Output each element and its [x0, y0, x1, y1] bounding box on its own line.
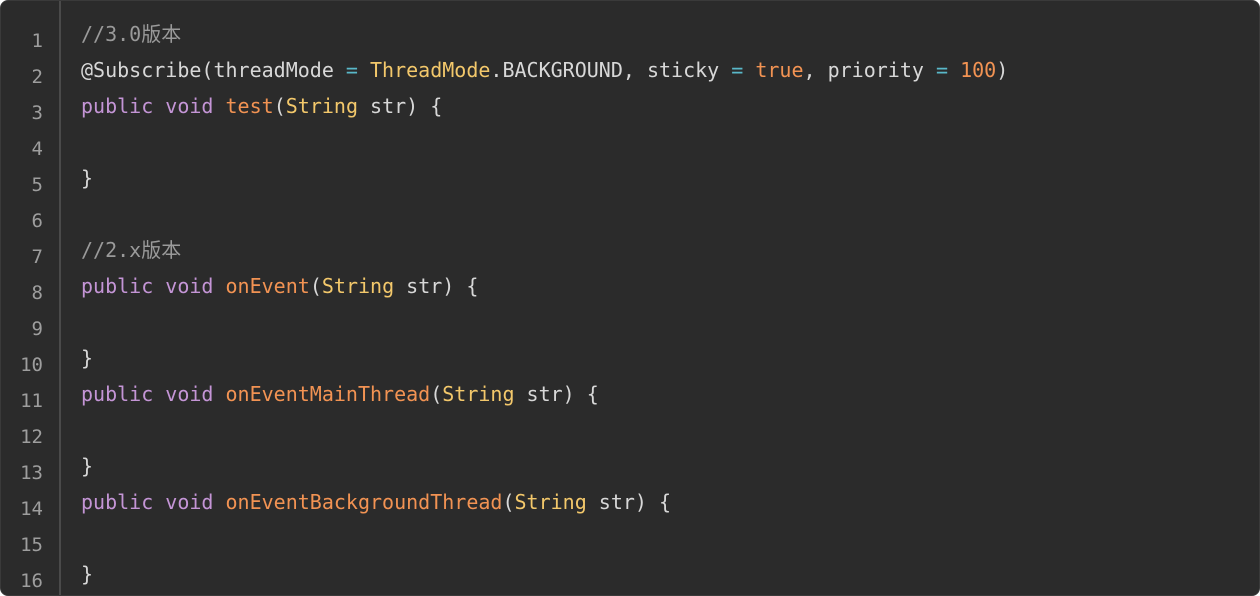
line-number: 11	[20, 390, 43, 412]
code-token: str) {	[586, 490, 672, 514]
code-token: .BACKGROUND, sticky	[490, 58, 732, 82]
code-line: //3.0版本	[81, 21, 181, 47]
code-token: }	[81, 454, 94, 478]
line-number: 6	[31, 210, 43, 232]
line-number: 4	[31, 138, 43, 160]
code-block: 1 2 3 4 5 6 7 8 9 10 11 12 13 14 15 16 //3.0版本 @Subscrib…	[0, 0, 1260, 596]
code-token: //3.0版本	[81, 22, 182, 46]
line-number: 8	[31, 282, 43, 304]
code-token: String	[285, 94, 358, 118]
code-token: String	[514, 490, 587, 514]
code-token: =	[731, 58, 744, 82]
code-token: )	[996, 58, 1009, 82]
line-number: 12	[20, 426, 43, 448]
line-number: 14	[20, 498, 43, 520]
code-token: onEvent	[225, 274, 310, 298]
line-number: 5	[31, 174, 43, 196]
code-token: 100	[960, 58, 997, 82]
code-token: test	[225, 94, 274, 118]
code-token: void	[165, 94, 214, 118]
code-token: public	[81, 382, 154, 406]
line-number: 7	[31, 246, 43, 268]
code-line: //2.x版本	[81, 237, 181, 263]
code-line: @Subscribe(threadMode = ThreadMode.BACKG…	[81, 57, 1008, 83]
code-line: public void onEventBackgroundThread(Stri…	[81, 489, 671, 515]
code-token: , priority	[803, 58, 936, 82]
code-token: void	[165, 382, 214, 406]
code-line: public void onEventMainThread(String str…	[81, 381, 599, 407]
line-number: 10	[20, 354, 43, 376]
code-token: true	[755, 58, 804, 82]
code-line: public void test(String str) {	[81, 93, 442, 119]
line-number: 9	[31, 318, 43, 340]
code-token: @Subscribe(threadMode	[81, 58, 346, 82]
code-token: (	[309, 274, 322, 298]
code-token: onEventBackgroundThread	[225, 490, 503, 514]
code-content[interactable]: //3.0版本 @Subscribe(threadMode = ThreadMod…	[81, 1, 1259, 595]
code-line: }	[81, 165, 93, 191]
code-token: }	[81, 166, 94, 190]
code-token: String	[321, 274, 395, 298]
line-number: 3	[31, 102, 43, 124]
code-line: }	[81, 561, 93, 587]
code-token: onEventMainThread	[225, 382, 431, 406]
code-token: String	[442, 382, 515, 406]
code-token: }	[81, 562, 94, 586]
code-token: str) {	[394, 274, 479, 298]
code-token: void	[165, 490, 214, 514]
code-token: public	[81, 94, 154, 118]
code-token: public	[81, 490, 154, 514]
line-number: 2	[31, 66, 43, 88]
line-number: 1	[31, 30, 43, 52]
code-token: //2.x版本	[81, 238, 182, 262]
code-token: void	[165, 274, 214, 298]
code-token: str) {	[357, 94, 443, 118]
line-number: 13	[20, 462, 43, 484]
code-token: =	[345, 58, 358, 82]
code-token: =	[935, 58, 949, 82]
line-number: 15	[20, 534, 43, 556]
code-token: }	[81, 346, 94, 370]
code-line: }	[81, 453, 93, 479]
code-token: (	[273, 94, 286, 118]
code-token: public	[81, 274, 154, 298]
code-line: }	[81, 345, 93, 371]
code-token: str) {	[514, 382, 599, 406]
code-token: ThreadMode	[370, 58, 491, 82]
line-number-gutter: 1 2 3 4 5 6 7 8 9 10 11 12 13 14 15 16	[1, 1, 61, 595]
code-line: public void onEvent(String str) {	[81, 273, 478, 299]
line-number: 16	[20, 570, 43, 592]
code-token: (	[430, 382, 443, 406]
code-token: (	[502, 490, 515, 514]
